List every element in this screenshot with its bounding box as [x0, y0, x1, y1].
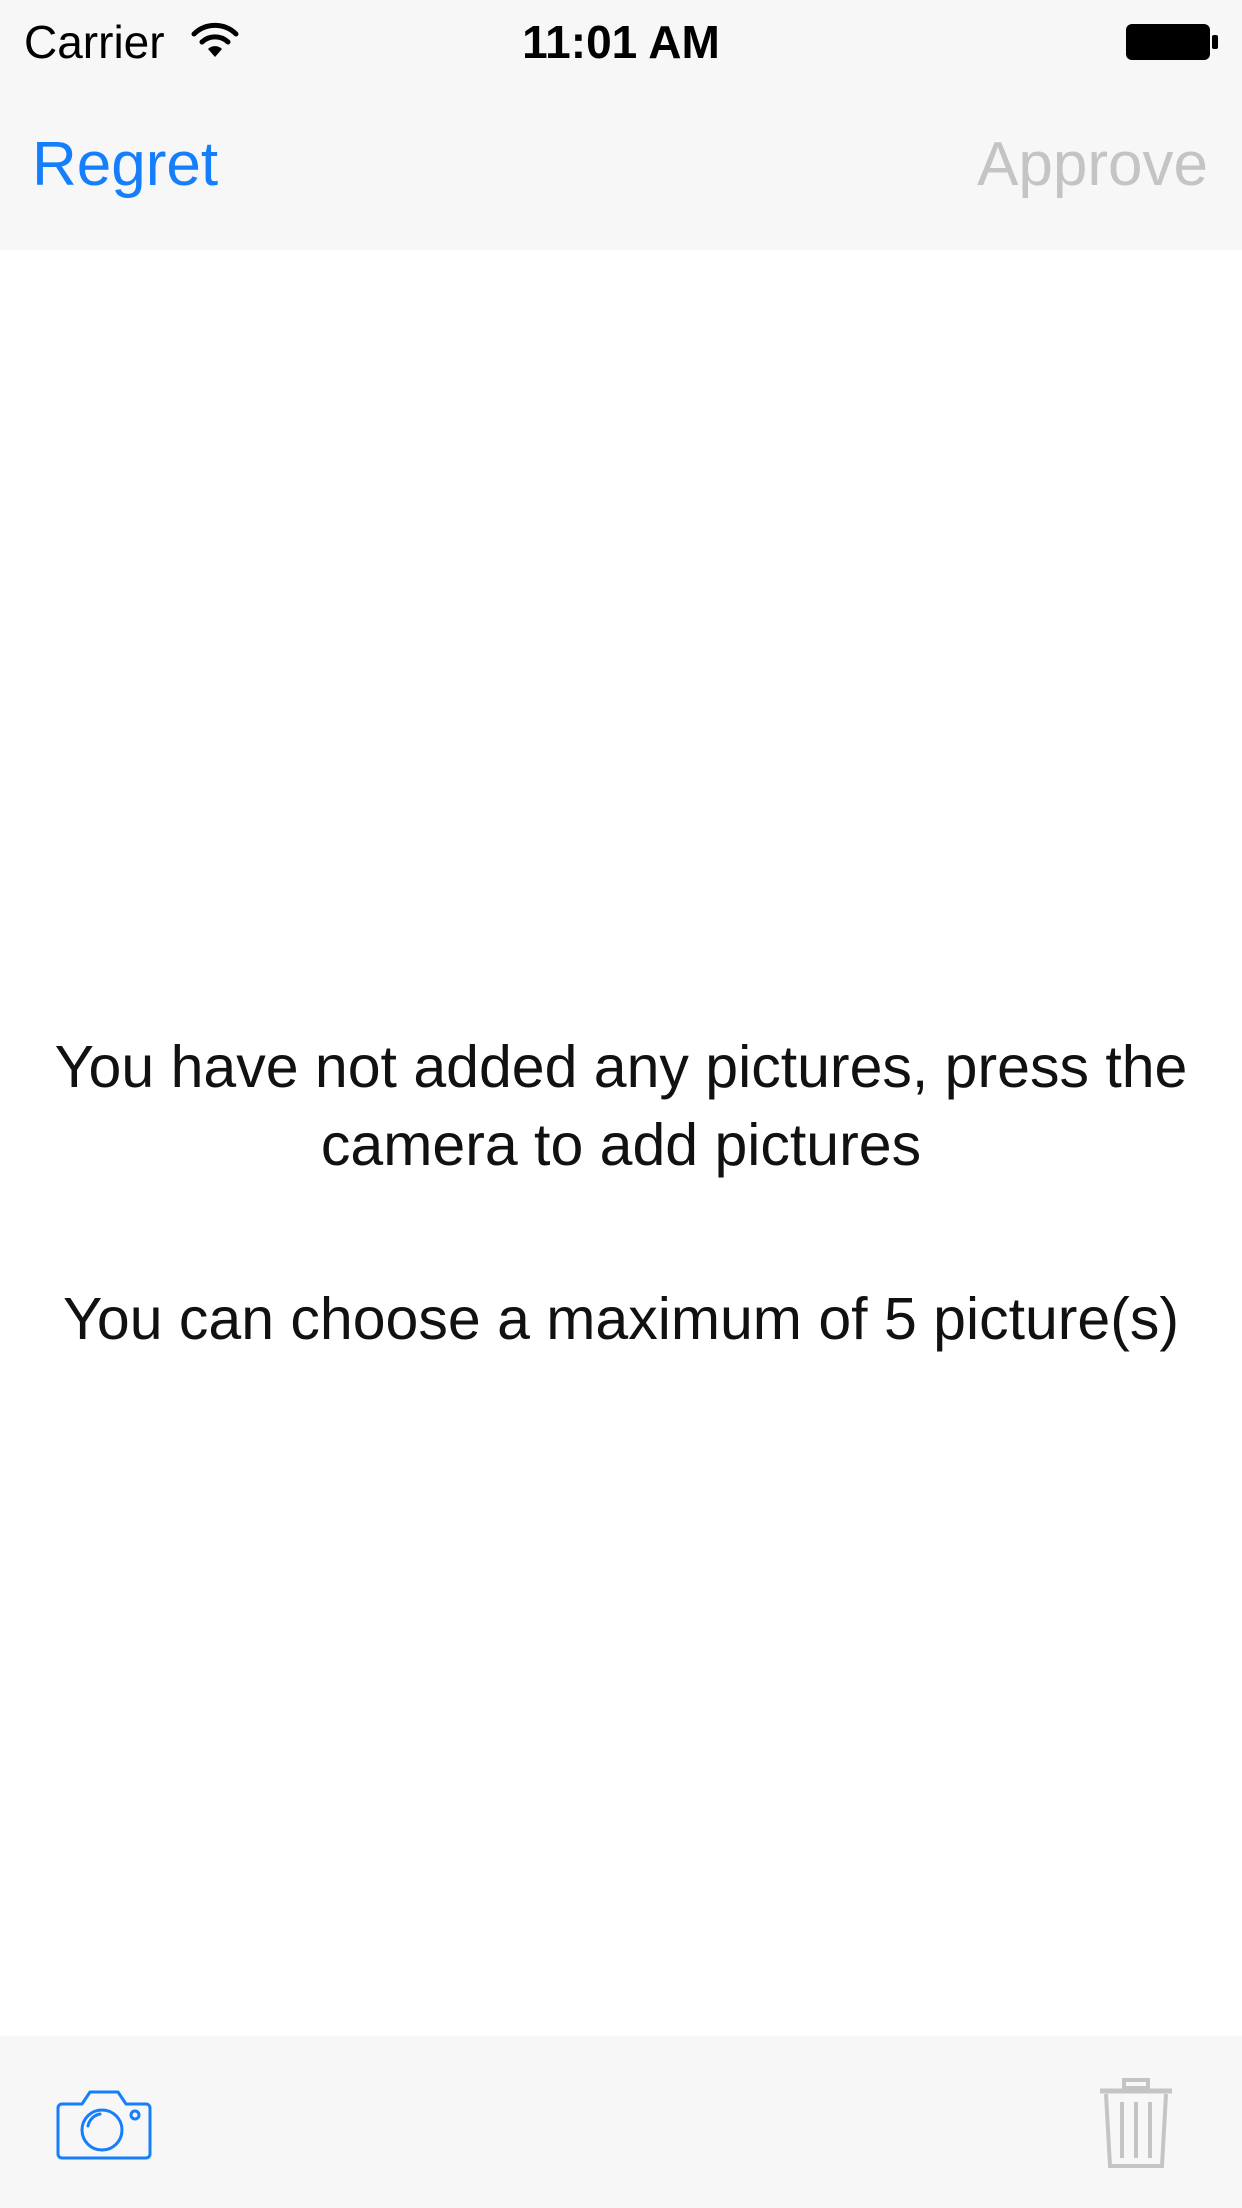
- photo-picker-screen: Carrier 11:01 AM Regret Approve You have…: [0, 0, 1242, 2208]
- bottom-toolbar: [0, 2036, 1242, 2208]
- camera-icon[interactable]: [56, 2086, 152, 2162]
- picture-limit-message: You can choose a maximum of 5 picture(s): [62, 1286, 1180, 1352]
- trash-icon[interactable]: [1098, 2078, 1174, 2170]
- content-area: You have not added any pictures, press t…: [0, 250, 1242, 2036]
- regret-button[interactable]: Regret: [32, 128, 218, 202]
- status-time: 11:01 AM: [522, 16, 720, 68]
- empty-state-message: You have not added any pictures, press t…: [54, 1034, 1188, 1178]
- navigation-bar: Regret Approve: [0, 84, 1242, 250]
- status-bar: Carrier 11:01 AM: [0, 0, 1242, 84]
- battery-icon: [1126, 24, 1218, 60]
- approve-button[interactable]: Approve: [977, 128, 1208, 202]
